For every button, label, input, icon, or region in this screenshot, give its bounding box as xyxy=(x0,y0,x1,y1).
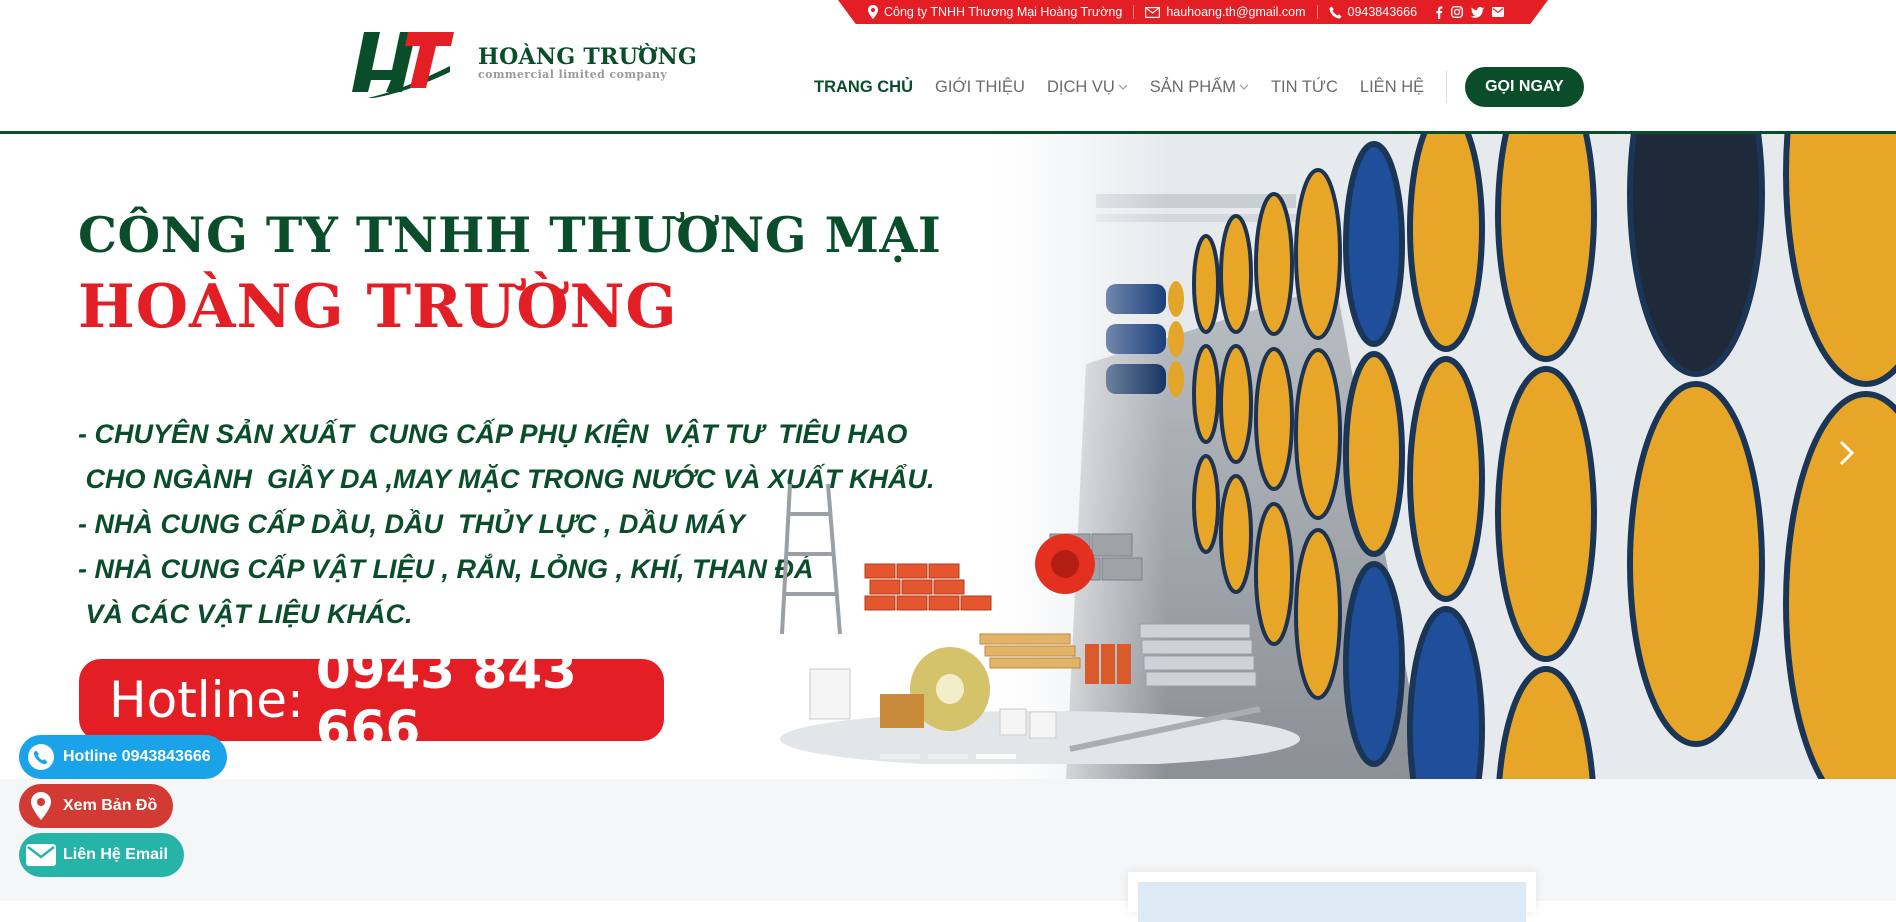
floating-map-label: Xem Bản Đồ xyxy=(63,797,158,814)
brand-name: HOÀNG TRƯỜNG xyxy=(478,43,698,70)
slider-dot-1[interactable] xyxy=(880,754,920,759)
nav-item-services[interactable]: DỊCH VỤ xyxy=(1047,78,1128,97)
chevron-down-icon xyxy=(1239,84,1249,90)
content-section xyxy=(0,779,1896,922)
slider-dots xyxy=(880,754,1016,759)
twitter-icon[interactable] xyxy=(1471,6,1485,18)
hero-slider: CÔNG TY TNHH THƯƠNG MẠI HOÀNG TRƯỜNG - C… xyxy=(0,134,1896,779)
nav-divider xyxy=(1446,71,1448,103)
location-pin-icon xyxy=(868,5,878,19)
chevron-right-icon xyxy=(1839,440,1855,466)
nav-item-home[interactable]: TRANG CHỦ xyxy=(814,78,913,97)
company-name-text: Công ty TNHH Thương Mại Hoàng Trường xyxy=(884,5,1123,19)
nav-item-about[interactable]: GIỚI THIỆU xyxy=(935,78,1025,97)
topbar-phone-link[interactable]: 0943843666 xyxy=(1329,5,1418,19)
facebook-icon[interactable] xyxy=(1435,6,1443,19)
floating-email-button[interactable]: Liên Hệ Email xyxy=(19,833,184,877)
nav-item-products[interactable]: SẢN PHẨM xyxy=(1150,78,1249,97)
nav-label: DỊCH VỤ xyxy=(1046,77,1115,96)
floating-hotline-label: Hotline 0943843666 xyxy=(63,748,211,765)
hotline-number: 0943 843 666 xyxy=(315,642,577,758)
brand-subtitle: commercial limited company xyxy=(478,67,668,81)
floating-email-label: Liên Hệ Email xyxy=(63,846,168,863)
slider-dot-3[interactable] xyxy=(976,754,1016,759)
call-now-button[interactable]: GỌI NGAY xyxy=(1465,67,1584,107)
nav-label: TIN TỨC xyxy=(1270,77,1338,96)
main-nav: TRANG CHỦ GIỚI THIỆU DỊCH VỤ SẢN PHẨM TI… xyxy=(814,67,1584,107)
floating-hotline-button[interactable]: Hotline 0943843666 xyxy=(19,735,227,779)
nav-label: GIỚI THIỆU xyxy=(935,77,1025,96)
construction-materials-image xyxy=(780,484,1300,764)
slider-next-arrow[interactable] xyxy=(1838,434,1856,477)
hotline-label: Hotline: xyxy=(109,671,304,729)
topbar-email-link[interactable]: hauhoang.th@gmail.com xyxy=(1145,5,1306,19)
divider xyxy=(1316,5,1318,19)
content-card xyxy=(1128,872,1536,922)
email-text: hauhoang.th@gmail.com xyxy=(1166,5,1306,19)
phone-icon xyxy=(19,735,63,779)
site-logo[interactable]: HOÀNG TRƯỜNG commercial limited company xyxy=(350,26,697,98)
envelope-icon xyxy=(1145,6,1161,18)
phone-icon xyxy=(1329,6,1341,18)
envelope-icon xyxy=(19,833,63,877)
nav-label: LIÊN HỆ xyxy=(1359,77,1425,96)
social-links xyxy=(1435,6,1505,19)
slider-dot-2[interactable] xyxy=(928,754,968,759)
instagram-icon[interactable] xyxy=(1451,6,1463,18)
floating-map-button[interactable]: Xem Bản Đồ xyxy=(19,784,174,828)
map-pin-icon xyxy=(19,784,63,828)
nav-label: SẢN PHẨM xyxy=(1149,77,1236,96)
nav-item-news[interactable]: TIN TỨC xyxy=(1271,78,1338,97)
company-location[interactable]: Công ty TNHH Thương Mại Hoàng Trường xyxy=(868,5,1122,19)
envelope-icon[interactable] xyxy=(1492,7,1505,17)
hero-title-line1: CÔNG TY TNHH THƯƠNG MẠI xyxy=(78,206,942,264)
phone-text: 0943843666 xyxy=(1347,5,1418,19)
card-image-placeholder xyxy=(1138,882,1526,922)
hero-hotline-banner[interactable]: Hotline: 0943 843 666 xyxy=(79,642,664,758)
top-contact-bar: Công ty TNHH Thương Mại Hoàng Trường hau… xyxy=(838,0,1548,24)
nav-item-contact[interactable]: LIÊN HỆ xyxy=(1360,78,1424,97)
hero-line: - CHUYÊN SẢN XUẤT CUNG CẤP PHỤ KIỆN VẬT … xyxy=(78,419,908,449)
nav-label: TRANG CHỦ xyxy=(814,77,913,96)
divider xyxy=(1133,5,1135,19)
chevron-down-icon xyxy=(1118,84,1128,90)
hero-title-line2: HOÀNG TRƯỜNG xyxy=(78,272,678,342)
ht-logo-icon xyxy=(352,32,454,98)
